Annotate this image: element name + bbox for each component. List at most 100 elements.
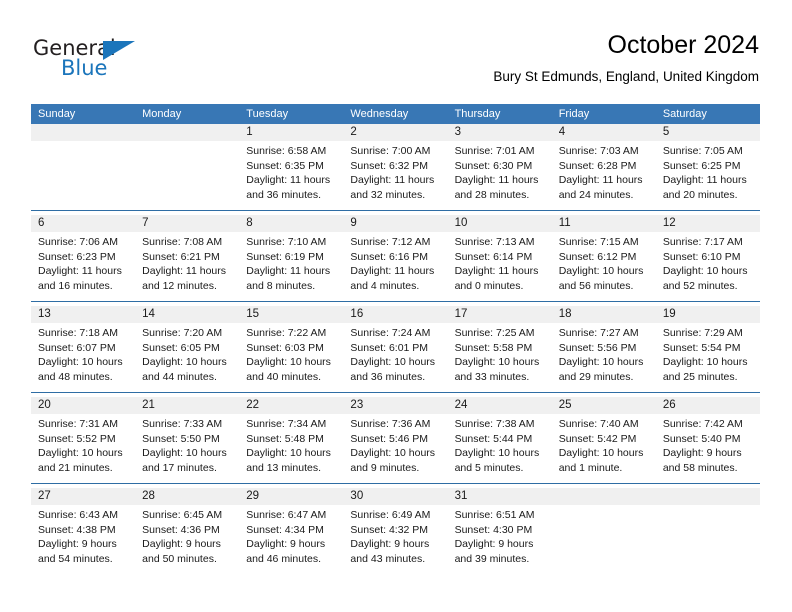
day-number[interactable]: 15 — [239, 306, 343, 323]
calendar-week-row: 6 7 8 9 10 11 12 Sunrise: 7:06 AM Sunset: 6:23 P… — [31, 210, 760, 301]
brand-logo[interactable]: General Blue — [33, 36, 153, 84]
day-number-empty — [656, 488, 760, 505]
day-cell[interactable]: Sunrise: 7:42 AM Sunset: 5:40 PM Daylight:… — [656, 414, 760, 483]
daylight-text: Daylight: 11 hours and 16 minutes. — [38, 265, 122, 292]
day-number[interactable]: 16 — [343, 306, 447, 323]
day-number[interactable]: 5 — [656, 124, 760, 141]
sunrise-text: Sunrise: 7:01 AM — [454, 145, 535, 157]
day-number[interactable]: 12 — [656, 215, 760, 232]
day-cell[interactable]: Sunrise: 7:36 AM Sunset: 5:46 PM Daylight:… — [343, 414, 447, 483]
day-number-empty — [135, 124, 239, 141]
sunset-text: Sunset: 5:52 PM — [38, 432, 116, 445]
day-cell[interactable]: Sunrise: 6:47 AM Sunset: 4:34 PM Daylight:… — [239, 505, 343, 574]
day-cell[interactable]: Sunrise: 6:43 AM Sunset: 4:38 PM Daylight:… — [31, 505, 135, 574]
day-cell[interactable]: Sunrise: 7:22 AM Sunset: 6:03 PM Daylight:… — [239, 323, 343, 392]
day-number[interactable]: 30 — [343, 488, 447, 505]
day-cell[interactable]: Sunrise: 7:29 AM Sunset: 5:54 PM Daylight:… — [656, 323, 760, 392]
day-number[interactable]: 25 — [552, 397, 656, 414]
sunrise-text: Sunrise: 7:34 AM — [246, 418, 327, 430]
day-number[interactable]: 11 — [552, 215, 656, 232]
sunrise-text: Sunrise: 7:00 AM — [350, 145, 431, 157]
day-number[interactable]: 3 — [448, 124, 552, 141]
day-cell[interactable]: Sunrise: 7:34 AM Sunset: 5:48 PM Daylight:… — [239, 414, 343, 483]
daylight-text: Daylight: 11 hours and 12 minutes. — [142, 265, 226, 292]
day-number[interactable]: 17 — [448, 306, 552, 323]
day-cell[interactable]: Sunrise: 7:05 AM Sunset: 6:25 PM Daylight:… — [656, 141, 760, 210]
day-cell[interactable]: Sunrise: 6:51 AM Sunset: 4:30 PM Daylight:… — [448, 505, 552, 574]
sunset-text: Sunset: 6:30 PM — [454, 159, 533, 172]
sunset-text: Sunset: 6:35 PM — [246, 159, 324, 172]
sunset-text: Sunset: 5:54 PM — [662, 341, 741, 354]
sunrise-text: Sunrise: 7:36 AM — [350, 418, 431, 430]
daylight-text: Daylight: 11 hours and 32 minutes. — [350, 174, 435, 201]
day-number[interactable]: 13 — [31, 306, 135, 323]
sunrise-text: Sunrise: 7:25 AM — [454, 327, 535, 339]
day-cell[interactable]: Sunrise: 7:24 AM Sunset: 6:01 PM Daylight:… — [343, 323, 447, 392]
day-number[interactable]: 10 — [448, 215, 552, 232]
day-cell[interactable]: Sunrise: 7:40 AM Sunset: 5:42 PM Daylight:… — [552, 414, 656, 483]
day-cell[interactable]: Sunrise: 7:10 AM Sunset: 6:19 PM Daylight:… — [239, 232, 343, 301]
day-cell[interactable]: Sunrise: 7:33 AM Sunset: 5:50 PM Daylight:… — [135, 414, 239, 483]
day-number[interactable]: 18 — [552, 306, 656, 323]
day-cell[interactable]: Sunrise: 7:17 AM Sunset: 6:10 PM Daylight:… — [656, 232, 760, 301]
day-cell[interactable]: Sunrise: 7:38 AM Sunset: 5:44 PM Daylight:… — [448, 414, 552, 483]
day-cell[interactable]: Sunrise: 6:49 AM Sunset: 4:32 PM Daylight:… — [343, 505, 447, 574]
day-cell[interactable]: Sunrise: 7:01 AM Sunset: 6:30 PM Daylight:… — [448, 141, 552, 210]
day-number-strip: 6 7 8 9 10 11 12 — [31, 215, 760, 232]
sunset-text: Sunset: 6:07 PM — [38, 341, 116, 354]
day-number[interactable]: 29 — [239, 488, 343, 505]
sunset-text: Sunset: 4:34 PM — [246, 523, 324, 536]
day-number[interactable]: 27 — [31, 488, 135, 505]
day-number[interactable]: 23 — [343, 397, 447, 414]
calendar-week-row: 13 14 15 16 17 18 19 Sunrise: 7:18 AM Sunset: 6:… — [31, 301, 760, 392]
day-cell[interactable]: Sunrise: 7:08 AM Sunset: 6:21 PM Daylight:… — [135, 232, 239, 301]
day-cell[interactable]: Sunrise: 7:03 AM Sunset: 6:28 PM Daylight:… — [552, 141, 656, 210]
day-cell[interactable]: Sunrise: 7:12 AM Sunset: 6:16 PM Daylight:… — [343, 232, 447, 301]
daylight-text: Daylight: 10 hours and 5 minutes. — [454, 447, 540, 474]
day-cell[interactable]: Sunrise: 7:27 AM Sunset: 5:56 PM Daylight:… — [552, 323, 656, 392]
sunset-text: Sunset: 6:01 PM — [350, 341, 429, 354]
day-cell[interactable]: Sunrise: 7:13 AM Sunset: 6:14 PM Daylight:… — [448, 232, 552, 301]
day-detail-strip: Sunrise: 7:06 AM Sunset: 6:23 PM Daylight:… — [31, 232, 760, 301]
sunrise-text: Sunrise: 6:51 AM — [454, 509, 535, 521]
daylight-text: Daylight: 10 hours and 36 minutes. — [350, 356, 436, 383]
daylight-text: Daylight: 9 hours and 46 minutes. — [246, 538, 326, 565]
day-cell[interactable]: Sunrise: 7:31 AM Sunset: 5:52 PM Daylight:… — [31, 414, 135, 483]
day-number[interactable]: 6 — [31, 215, 135, 232]
day-number[interactable]: 19 — [656, 306, 760, 323]
day-number[interactable]: 20 — [31, 397, 135, 414]
weekday-header-sunday: Sunday — [38, 108, 76, 120]
day-cell[interactable]: Sunrise: 7:06 AM Sunset: 6:23 PM Daylight:… — [31, 232, 135, 301]
day-cell[interactable]: Sunrise: 6:45 AM Sunset: 4:36 PM Daylight:… — [135, 505, 239, 574]
sunrise-text: Sunrise: 7:18 AM — [38, 327, 118, 339]
day-cell[interactable]: Sunrise: 6:58 AM Sunset: 6:35 PM Daylight:… — [239, 141, 343, 210]
day-detail-strip: Sunrise: 7:31 AM Sunset: 5:52 PM Daylight:… — [31, 414, 760, 483]
day-number[interactable]: 21 — [135, 397, 239, 414]
day-cell[interactable]: Sunrise: 7:25 AM Sunset: 5:58 PM Daylight:… — [448, 323, 552, 392]
day-number[interactable]: 28 — [135, 488, 239, 505]
day-number[interactable]: 24 — [448, 397, 552, 414]
sunrise-text: Sunrise: 7:27 AM — [558, 327, 639, 339]
day-number-strip: 20 21 22 23 24 25 26 — [31, 397, 760, 414]
sunrise-text: Sunrise: 6:58 AM — [246, 145, 327, 157]
day-cell[interactable]: Sunrise: 7:00 AM Sunset: 6:32 PM Daylight:… — [343, 141, 447, 210]
day-number[interactable]: 1 — [239, 124, 343, 141]
day-cell[interactable]: Sunrise: 7:15 AM Sunset: 6:12 PM Daylight:… — [552, 232, 656, 301]
sunset-text: Sunset: 6:03 PM — [246, 341, 324, 354]
day-number[interactable]: 7 — [135, 215, 239, 232]
day-number[interactable]: 9 — [343, 215, 447, 232]
day-number[interactable]: 31 — [448, 488, 552, 505]
day-number[interactable]: 2 — [343, 124, 447, 141]
day-cell[interactable]: Sunrise: 7:20 AM Sunset: 6:05 PM Daylight:… — [135, 323, 239, 392]
day-cell[interactable]: Sunrise: 7:18 AM Sunset: 6:07 PM Daylight:… — [31, 323, 135, 392]
daylight-text: Daylight: 9 hours and 43 minutes. — [350, 538, 430, 565]
sunset-text: Sunset: 5:56 PM — [558, 341, 637, 354]
day-number[interactable]: 14 — [135, 306, 239, 323]
day-number[interactable]: 4 — [552, 124, 656, 141]
daylight-text: Daylight: 10 hours and 44 minutes. — [142, 356, 227, 383]
weekday-header-friday: Friday — [558, 108, 590, 120]
sunset-text: Sunset: 6:16 PM — [350, 250, 429, 263]
day-number[interactable]: 22 — [239, 397, 343, 414]
day-number[interactable]: 8 — [239, 215, 343, 232]
day-number[interactable]: 26 — [656, 397, 760, 414]
